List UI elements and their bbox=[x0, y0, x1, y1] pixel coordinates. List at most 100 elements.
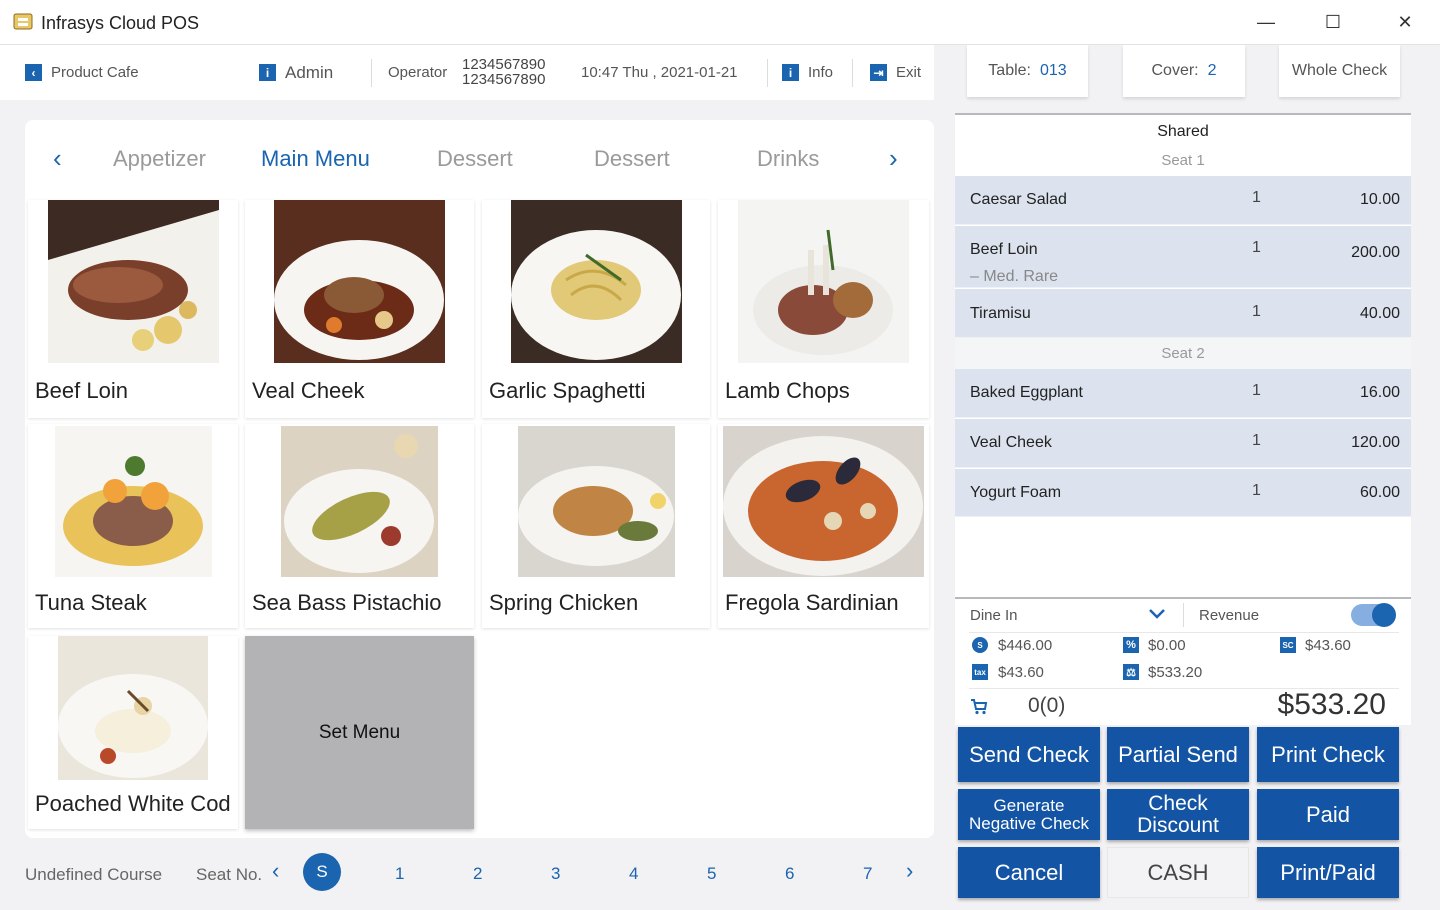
seat-2-button[interactable]: 2 bbox=[473, 864, 482, 884]
order-item-qty: 1 bbox=[1252, 482, 1261, 499]
discount-value: $0.00 bbox=[1148, 637, 1186, 654]
seat-1-button[interactable]: 1 bbox=[395, 864, 404, 884]
order-item-qty: 1 bbox=[1252, 382, 1261, 399]
cash-button[interactable]: CASH bbox=[1107, 847, 1249, 898]
back-icon: ‹ bbox=[25, 64, 42, 81]
menu-item-garlic-spaghetti[interactable]: Garlic Spaghetti bbox=[482, 200, 710, 418]
partial-send-button[interactable]: Partial Send bbox=[1107, 727, 1249, 782]
cancel-button[interactable]: Cancel bbox=[958, 847, 1100, 898]
print-check-button[interactable]: Print Check bbox=[1257, 727, 1399, 782]
order-type-select[interactable]: Dine In bbox=[970, 607, 1018, 624]
order-item-modifier: – Med. Rare bbox=[970, 268, 1059, 285]
menu-item-tuna-steak[interactable]: Tuna Steak bbox=[28, 424, 238, 628]
table-value: 013 bbox=[1040, 62, 1067, 79]
app-icon bbox=[13, 13, 33, 30]
chevron-down-icon[interactable] bbox=[1148, 608, 1166, 620]
order-item-qty: 1 bbox=[1252, 303, 1261, 320]
seat-5-button[interactable]: 5 bbox=[707, 864, 716, 884]
menu-item-spring-chicken[interactable]: Spring Chicken bbox=[482, 424, 710, 628]
seat-prev-button[interactable]: ‹ bbox=[272, 858, 279, 884]
send-check-button[interactable]: Send Check bbox=[958, 727, 1100, 782]
operator-line-1: 1234567890 bbox=[462, 56, 546, 73]
info-icon: i bbox=[259, 64, 276, 81]
seat-3-button[interactable]: 3 bbox=[551, 864, 560, 884]
menu-item-sea-bass-pistachio[interactable]: Sea Bass Pistachio bbox=[245, 424, 474, 628]
order-row[interactable]: Veal Cheek 1 120.00 bbox=[955, 419, 1411, 468]
exit-button[interactable]: ⇥ Exit bbox=[870, 45, 921, 100]
tab-appetizer[interactable]: Appetizer bbox=[113, 146, 206, 172]
sea-bass-pistachio-image bbox=[281, 426, 438, 577]
seat-6-button[interactable]: 6 bbox=[785, 864, 794, 884]
poached-white-cod-image bbox=[58, 636, 208, 780]
seat-2-label: Seat 2 bbox=[955, 338, 1411, 369]
order-row[interactable]: Caesar Salad 1 10.00 bbox=[955, 176, 1411, 225]
whole-check-button[interactable]: Whole Check bbox=[1279, 45, 1400, 97]
order-row[interactable]: Beef Loin 1 200.00 – Med. Rare bbox=[955, 226, 1411, 288]
exit-label: Exit bbox=[896, 64, 922, 81]
menu-item-poached-white-cod[interactable]: Poached White Cod bbox=[28, 636, 238, 829]
tax-value: $43.60 bbox=[998, 664, 1044, 681]
info-icon: i bbox=[782, 64, 799, 81]
table-button[interactable]: Table: 013 bbox=[967, 45, 1088, 97]
outlet-button[interactable]: ‹ Product Cafe bbox=[25, 45, 139, 100]
menu-item-label: Spring Chicken bbox=[489, 590, 639, 615]
check-discount-button[interactable]: Check Discount bbox=[1107, 789, 1249, 840]
divider bbox=[371, 59, 372, 87]
tab-prev-button[interactable]: ‹ bbox=[53, 143, 62, 174]
seat-1-label: Seat 1 bbox=[1161, 152, 1205, 169]
item-count: 0(0) bbox=[1028, 694, 1066, 717]
menu-item-beef-loin[interactable]: Beef Loin bbox=[28, 200, 238, 418]
order-item-name: Veal Cheek bbox=[970, 434, 1052, 451]
revenue-toggle-knob[interactable] bbox=[1372, 603, 1396, 627]
service-charge-value: $43.60 bbox=[1305, 637, 1351, 654]
tab-drinks[interactable]: Drinks bbox=[757, 146, 819, 172]
order-item-price: 40.00 bbox=[1359, 305, 1400, 322]
user-label: Admin bbox=[285, 62, 334, 82]
seat-4-button[interactable]: 4 bbox=[629, 864, 638, 884]
veal-cheek-image bbox=[274, 200, 445, 363]
generate-negative-check-button[interactable]: Generate Negative Check bbox=[958, 789, 1100, 840]
tab-next-button[interactable]: › bbox=[889, 143, 898, 174]
tab-dessert[interactable]: Dessert bbox=[437, 146, 513, 172]
maximize-button[interactable]: ☐ bbox=[1311, 8, 1355, 36]
cart-icon bbox=[971, 699, 988, 715]
tab-dessert-2[interactable]: Dessert bbox=[594, 146, 670, 172]
print-paid-button[interactable]: Print/Paid bbox=[1257, 847, 1399, 898]
tab-main-menu[interactable]: Main Menu bbox=[261, 146, 370, 172]
seat-shared-button[interactable]: S bbox=[303, 853, 341, 891]
order-item-price: 60.00 bbox=[1359, 484, 1400, 501]
menu-item-label: Fregola Sardinian bbox=[725, 590, 899, 615]
menu-item-label: Veal Cheek bbox=[252, 378, 365, 403]
menu-item-lamb-chops[interactable]: Lamb Chops bbox=[718, 200, 929, 418]
order-item-name: Baked Eggplant bbox=[970, 384, 1083, 401]
lamb-chops-image bbox=[738, 200, 909, 363]
button-label-line: Negative Check bbox=[968, 813, 1089, 833]
spring-chicken-image bbox=[518, 426, 675, 577]
paid-button[interactable]: Paid bbox=[1257, 789, 1399, 840]
info-button[interactable]: i Info bbox=[782, 45, 833, 100]
order-item-name: Yogurt Foam bbox=[970, 484, 1062, 501]
order-row[interactable]: Tiramisu 1 40.00 bbox=[955, 289, 1411, 338]
minimize-button[interactable]: — bbox=[1244, 8, 1288, 36]
seat-7-button[interactable]: 7 bbox=[863, 864, 872, 884]
cover-button[interactable]: Cover: 2 bbox=[1123, 45, 1245, 97]
course-selector[interactable]: Undefined Course bbox=[25, 865, 162, 885]
menu-item-label: Poached White Cod bbox=[35, 791, 231, 816]
operator-line-2: 1234567890 bbox=[462, 71, 546, 88]
order-item-price: 120.00 bbox=[1351, 434, 1400, 451]
seat-next-button[interactable]: › bbox=[906, 858, 913, 884]
cover-label: Cover: bbox=[1151, 62, 1199, 79]
close-button[interactable]: ✕ bbox=[1383, 8, 1427, 36]
user-button[interactable]: i Admin bbox=[259, 45, 333, 100]
set-menu-button[interactable]: Set Menu bbox=[245, 636, 474, 829]
menu-item-label: Garlic Spaghetti bbox=[489, 378, 646, 403]
order-row[interactable]: Baked Eggplant 1 16.00 bbox=[955, 369, 1411, 418]
order-item-name: Tiramisu bbox=[970, 305, 1031, 322]
title-bar: Infrasys Cloud POS — ☐ ✕ bbox=[0, 0, 1440, 45]
operator: Operator bbox=[388, 45, 447, 100]
order-item-price: 16.00 bbox=[1359, 384, 1400, 401]
menu-item-fregola-sardinian[interactable]: Fregola Sardinian bbox=[718, 424, 929, 628]
order-row[interactable]: Yogurt Foam 1 60.00 bbox=[955, 469, 1411, 517]
menu-item-veal-cheek[interactable]: Veal Cheek bbox=[245, 200, 474, 418]
button-label-line: Check bbox=[1148, 791, 1208, 815]
